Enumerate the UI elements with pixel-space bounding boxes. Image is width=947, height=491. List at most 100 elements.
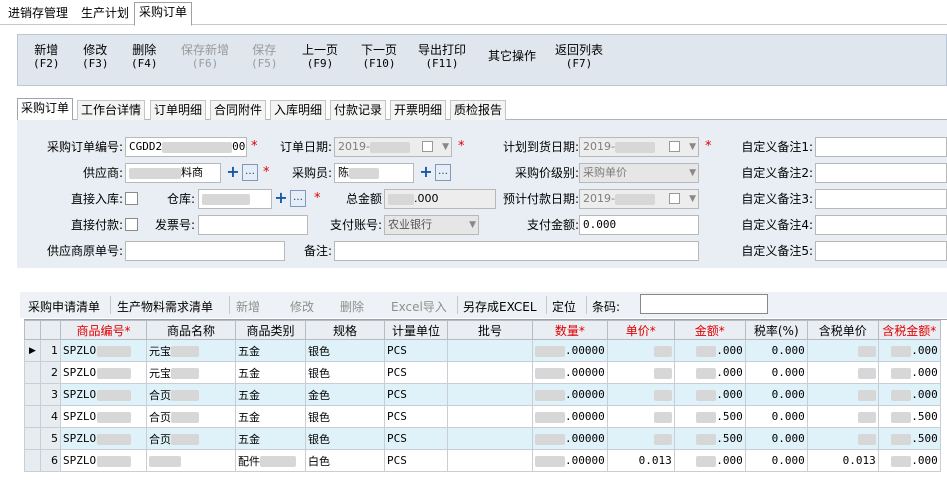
column-header[interactable]: 含税单价 [806,320,879,340]
remark2-field[interactable] [815,163,947,183]
cell-name[interactable]: 元宝 [146,339,236,362]
top-tab-production-plan[interactable]: 生产计划 [77,4,133,25]
remark3-field[interactable] [815,189,947,209]
add-supplier-icon[interactable]: + [225,164,241,181]
account-select[interactable]: 农业银行 ▼ [384,215,479,235]
cell-unit[interactable]: PCS [384,405,448,428]
cell-category[interactable]: 配件 [235,449,306,472]
grid-delete-button[interactable]: 删除 [340,298,364,315]
cell-tax[interactable]: 0.000 [744,427,808,450]
cell-category[interactable]: 五金 [235,427,306,450]
cell-tax[interactable]: 0.000 [744,361,808,384]
top-tab-purchase-order[interactable]: 采购订单 [134,2,193,26]
cell-batch[interactable] [447,361,533,384]
add-purchaser-icon[interactable]: + [418,164,434,181]
cell-unit[interactable]: PCS [384,339,448,362]
other-actions-button[interactable]: 其它操作 [488,49,536,63]
save-new-button[interactable]: 保存新增 (F6) [181,43,229,71]
cell-tax[interactable]: 0.000 [744,405,808,428]
cell-batch[interactable] [447,339,533,362]
cell-price[interactable] [606,383,675,406]
export-print-button[interactable]: 导出打印 (F11) [418,43,466,71]
grid-edit-button[interactable]: 修改 [290,298,314,315]
column-header[interactable]: 税率(%) [744,320,808,340]
direct-pay-checkbox[interactable] [125,218,138,231]
column-header[interactable]: 批号 [447,320,533,340]
cell-code[interactable]: SPZLO [60,405,147,428]
cell-name[interactable]: 合页 [146,383,236,406]
cell-tax[interactable]: 0.000 [744,383,808,406]
remark1-field[interactable] [815,137,947,157]
column-header[interactable]: 商品类别 [235,320,306,340]
cell-qty[interactable]: .00000 [532,339,608,362]
column-header[interactable]: 商品名称 [146,320,236,340]
cell-spec[interactable]: 银色 [305,339,385,362]
cell-amount[interactable]: .000 [673,449,746,472]
tab-invoice[interactable]: 开票明细 [390,100,447,120]
browse-supplier-button[interactable]: … [242,164,258,181]
save-button[interactable]: 保存 (F5) [251,43,278,71]
cell-code[interactable]: SPZLO [60,339,147,362]
order-date-field[interactable]: 2019- ▼ [334,137,452,157]
cell-qty[interactable]: .00000 [532,361,608,384]
locate-button[interactable]: 定位 [552,298,576,315]
cell-price[interactable] [606,427,675,450]
price-level-select[interactable]: 采购单价 ▼ [579,163,699,183]
browse-warehouse-button[interactable]: … [290,190,306,207]
cell-name[interactable] [146,449,236,472]
chevron-down-icon[interactable]: ▼ [674,166,696,180]
material-demand-list-button[interactable]: 生产物料需求清单 [117,298,213,315]
cell-unit[interactable]: PCS [384,449,448,472]
supplier-field[interactable]: 料商 [125,163,221,183]
column-header[interactable]: 含税金额* [877,320,941,340]
cell-code[interactable]: SPZLO [60,427,147,450]
supplier-orig-field[interactable] [125,241,285,261]
tab-workbench[interactable]: 工作台详情 [77,100,146,120]
prev-page-button[interactable]: 上一页 (F9) [302,43,338,71]
table-row[interactable]: 6 SPZLO 配件 白色 PCS .00000 0.013.000 0.000 0.013.0… [24,449,941,472]
table-row[interactable]: 3 SPZLO 合页 五金 金色 PCS .00000.000 0.000.000 [24,383,941,406]
top-tab-inventory[interactable]: 进销存管理 [4,4,72,25]
cell-unit[interactable]: PCS [384,361,448,384]
cell-category[interactable]: 五金 [235,405,306,428]
cell-amount[interactable]: .000 [673,383,746,406]
pay-amount-field[interactable]: 0.000 [579,215,699,235]
cell-category[interactable]: 五金 [235,339,306,362]
tab-contract[interactable]: 合同附件 [210,100,267,120]
pay-date-field[interactable]: 2019- ▼ [579,189,699,209]
remark4-field[interactable] [815,215,947,235]
cell-spec[interactable]: 金色 [305,383,385,406]
tab-qc-report[interactable]: 质检报告 [450,100,507,120]
edit-button[interactable]: 修改 (F3) [82,43,109,71]
tab-inbound[interactable]: 入库明细 [270,100,327,120]
cell-spec[interactable]: 白色 [305,449,385,472]
cell-qty[interactable]: .00000 [532,427,608,450]
cell-name[interactable]: 合页 [146,427,236,450]
cell-price[interactable] [606,405,675,428]
cell-amount[interactable]: .000 [673,361,746,384]
cell-spec[interactable]: 银色 [305,405,385,428]
cell-tax-price[interactable]: 0.013 [806,449,879,472]
chevron-down-icon[interactable]: ▼ [674,140,696,154]
grid-add-button[interactable]: 新增 [236,298,260,315]
cell-unit[interactable]: PCS [384,383,448,406]
cell-tax-amount[interactable]: .000 [877,361,941,384]
cell-tax-amount[interactable]: .500 [877,427,941,450]
cell-qty[interactable]: .00000 [532,405,608,428]
table-row[interactable]: 2 SPZLO 元宝 五金 银色 PCS .00000.000 0.000.000 [24,361,941,384]
cell-tax-amount[interactable]: .000 [877,339,941,362]
remark5-field[interactable] [815,241,947,261]
column-header[interactable]: 单价* [606,320,675,340]
column-header[interactable]: 规格 [305,320,385,340]
invoice-field[interactable] [198,215,308,235]
cell-code[interactable]: SPZLO [60,449,147,472]
purchase-request-list-button[interactable]: 采购申请清单 [28,298,100,315]
cell-tax[interactable]: 0.000 [744,339,808,362]
cell-unit[interactable]: PCS [384,427,448,450]
browse-purchaser-button[interactable]: … [435,164,451,181]
cell-qty[interactable]: .00000 [532,449,608,472]
cell-tax-price[interactable] [806,427,879,450]
column-header[interactable]: 计量单位 [384,320,448,340]
column-header[interactable]: 数量* [532,320,608,340]
excel-import-button[interactable]: Excel导入 [391,298,447,315]
